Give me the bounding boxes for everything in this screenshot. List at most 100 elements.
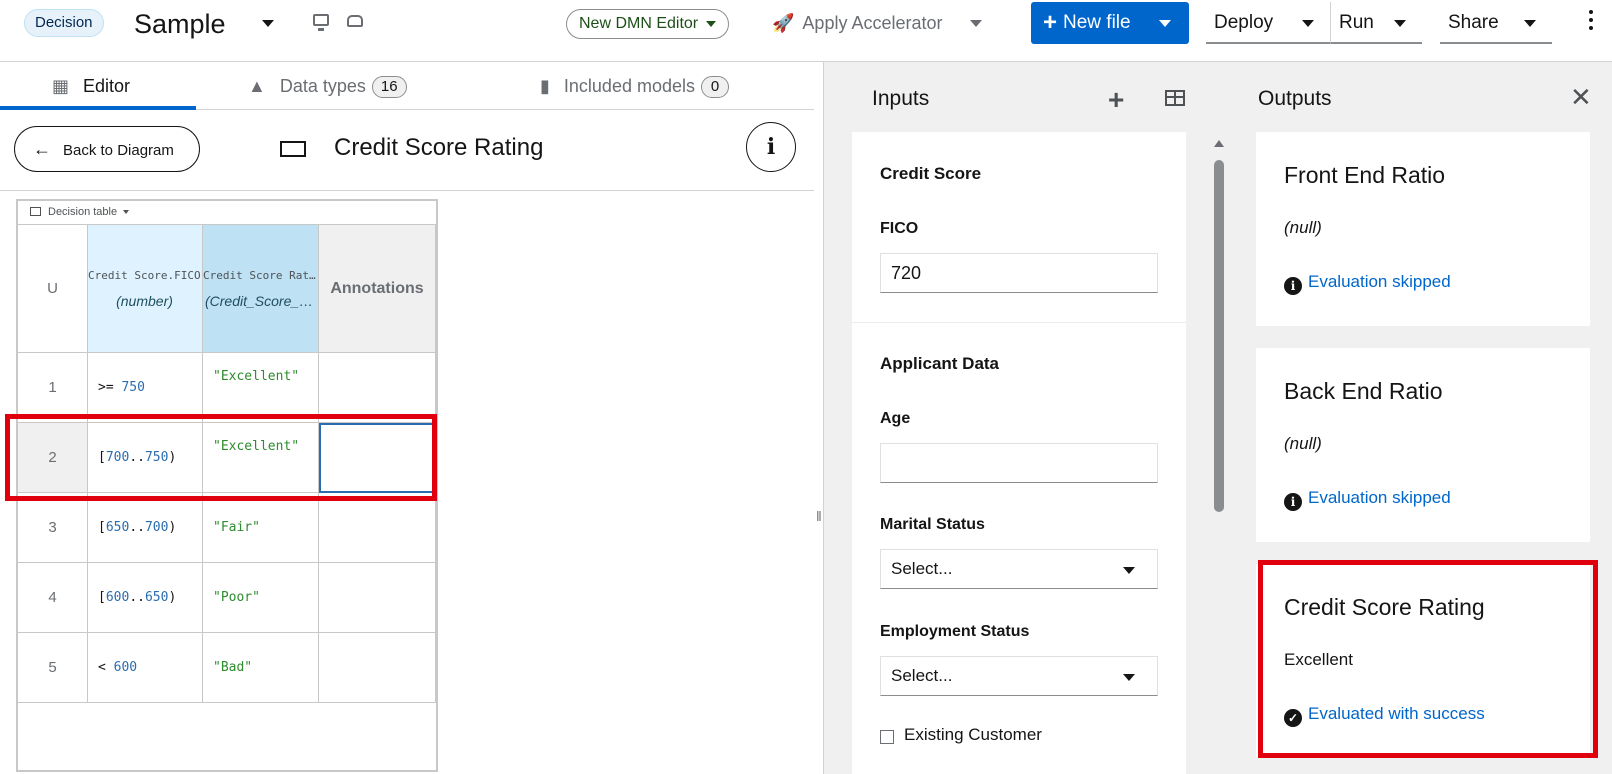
- range-start: 650: [105, 520, 130, 535]
- accelerator-dropdown-icon[interactable]: [970, 20, 982, 27]
- back-to-diagram-label: Back to Diagram: [63, 142, 174, 159]
- output-status[interactable]: i Evaluation skipped: [1284, 488, 1451, 511]
- hierarchy-icon: ▲: [248, 76, 266, 96]
- row-number: 1: [18, 353, 88, 423]
- deploy-button[interactable]: Deploy: [1206, 2, 1330, 44]
- tab-editor[interactable]: ▦ Editor: [52, 62, 130, 110]
- run-label: Run: [1339, 12, 1374, 33]
- annotation-cell[interactable]: [319, 633, 436, 703]
- editor-toggle-label: New DMN Editor: [579, 15, 699, 32]
- monitor-icon[interactable]: [313, 14, 329, 31]
- input-cell[interactable]: < 600: [88, 633, 203, 703]
- tab-data-types[interactable]: ▲ Data types 16: [248, 62, 407, 110]
- rule-value: 600: [113, 660, 138, 675]
- range-end: 700: [144, 520, 169, 535]
- existing-customer-checkbox[interactable]: [880, 730, 894, 744]
- marital-status-label: Marital Status: [880, 516, 985, 533]
- chevron-down-icon[interactable]: [1302, 20, 1314, 27]
- output-value: (null): [1284, 218, 1322, 237]
- range-close: ): [168, 590, 177, 605]
- output-cell[interactable]: "Excellent": [203, 353, 319, 423]
- apply-accelerator-button[interactable]: 🚀 Apply Accelerator: [772, 9, 943, 37]
- included-models-count: 0: [701, 76, 729, 98]
- range-open: [: [98, 520, 106, 535]
- decision-table-type-selector[interactable]: Decision table: [18, 201, 436, 225]
- title-dropdown-icon[interactable]: [262, 20, 274, 27]
- range-end: 650: [144, 590, 169, 605]
- info-icon: i: [1284, 277, 1302, 295]
- range-open: [: [98, 590, 106, 605]
- output-status[interactable]: i Evaluation skipped: [1284, 272, 1451, 295]
- rule-operator: <: [98, 660, 106, 675]
- info-button[interactable]: i: [746, 122, 796, 172]
- tab-included-models[interactable]: ▮ Included models 0: [540, 62, 729, 110]
- output-status-label: Evaluation skipped: [1308, 272, 1451, 291]
- row-number: 4: [18, 563, 88, 633]
- editor-toggle-button[interactable]: New DMN Editor: [566, 9, 730, 39]
- chevron-down-icon[interactable]: [1394, 20, 1406, 27]
- input-cell[interactable]: [600..650): [88, 563, 203, 633]
- range-close: ): [168, 520, 177, 535]
- drag-handle-icon: ‖: [816, 508, 822, 524]
- tab-data-types-label: Data types: [279, 76, 366, 96]
- output-cell[interactable]: "Fair": [203, 493, 319, 563]
- age-label: Age: [880, 410, 911, 427]
- range-separator: ..: [129, 520, 145, 535]
- decision-node-icon: [280, 141, 306, 157]
- output-cell[interactable]: "Poor": [203, 563, 319, 633]
- apply-accelerator-label: Apply Accelerator: [802, 13, 943, 33]
- calculator-icon: ▦: [52, 76, 70, 96]
- inputs-scrollbar[interactable]: [1211, 132, 1227, 774]
- annotation-cell[interactable]: [319, 353, 436, 423]
- chevron-down-icon: [1123, 567, 1135, 574]
- input-column-name: Credit Score.FICO: [88, 269, 201, 282]
- info-icon: i: [766, 134, 776, 160]
- input-cell[interactable]: [650..700): [88, 493, 203, 563]
- decision-title: Credit Score Rating: [334, 134, 544, 161]
- input-column-type: (number): [116, 293, 173, 309]
- rule-value: 750: [121, 380, 145, 395]
- fico-label: FICO: [880, 220, 919, 237]
- inputs-form: Credit Score FICO 720 Applicant Data Age…: [852, 132, 1186, 774]
- annotation-cell[interactable]: [319, 563, 436, 633]
- table-icon[interactable]: [1165, 90, 1185, 106]
- age-input[interactable]: [880, 443, 1158, 483]
- chevron-down-icon[interactable]: [1159, 20, 1171, 27]
- new-file-button[interactable]: + New file: [1031, 2, 1189, 44]
- close-icon[interactable]: ✕: [1570, 82, 1592, 113]
- row-number: 3: [18, 493, 88, 563]
- range-start: 600: [105, 590, 130, 605]
- drive-icon[interactable]: [347, 15, 363, 27]
- decision-table-type-label: Decision table: [48, 206, 118, 218]
- plus-icon[interactable]: +: [1108, 84, 1124, 116]
- tab-editor-label: Editor: [83, 76, 131, 96]
- output-title: Front End Ratio: [1284, 162, 1446, 188]
- hit-policy-cell[interactable]: U: [18, 225, 88, 353]
- pane-splitter[interactable]: ‖: [814, 62, 824, 774]
- employment-status-select[interactable]: Select...: [880, 656, 1158, 696]
- input-cell[interactable]: >= 750: [88, 353, 203, 423]
- output-cell[interactable]: "Bad": [203, 633, 319, 703]
- scroll-up-icon[interactable]: [1214, 140, 1224, 147]
- run-button[interactable]: Run: [1330, 2, 1422, 44]
- share-button[interactable]: Share: [1440, 2, 1552, 44]
- output-column-type: (Credit_Score_Rating): [205, 293, 317, 309]
- editor-tabs: ▦ Editor ▲ Data types 16 ▮ Included models 0: [0, 62, 814, 110]
- annotations-header[interactable]: Annotations: [319, 225, 436, 353]
- file-title[interactable]: Sample: [134, 6, 226, 42]
- fico-input[interactable]: 720: [880, 253, 1158, 293]
- marital-status-select[interactable]: Select...: [880, 549, 1158, 589]
- input-column-header[interactable]: Credit Score.FICO (number): [88, 225, 203, 353]
- annotation-cell[interactable]: [319, 493, 436, 563]
- scrollbar-thumb[interactable]: [1214, 160, 1224, 512]
- back-to-diagram-button[interactable]: ← Back to Diagram: [14, 126, 200, 172]
- chevron-down-icon: [1123, 674, 1135, 681]
- share-label: Share: [1448, 12, 1499, 33]
- output-column-header[interactable]: Credit Score Rating (Credit_Score_Rating…: [203, 225, 319, 353]
- chevron-down-icon[interactable]: [1524, 20, 1536, 27]
- output-value: (null): [1284, 434, 1322, 453]
- kebab-menu-icon[interactable]: [1589, 10, 1593, 34]
- grid-icon: [30, 207, 41, 216]
- output-status-label: Evaluation skipped: [1308, 488, 1451, 507]
- chevron-down-icon: [123, 210, 130, 214]
